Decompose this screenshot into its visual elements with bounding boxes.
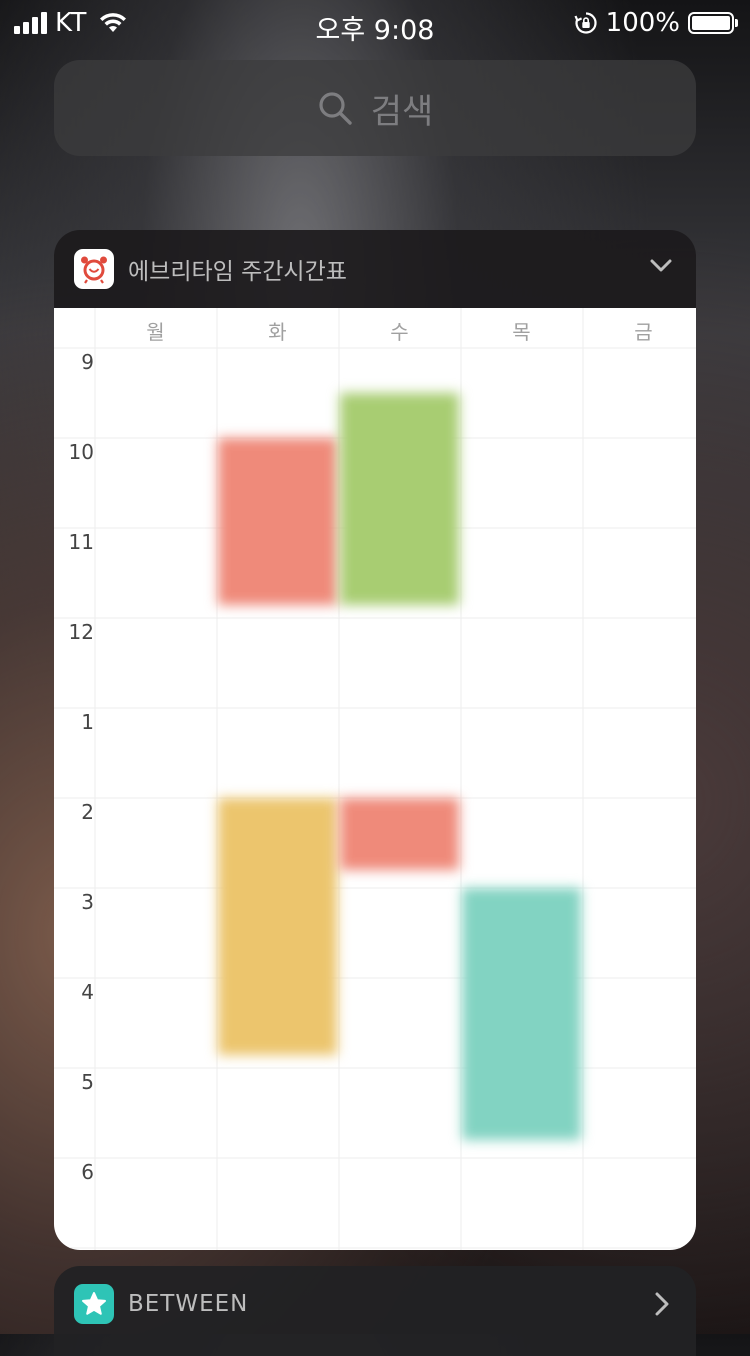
between-title: BETWEEN: [128, 1291, 249, 1317]
hour-label: 10: [68, 440, 94, 464]
rotation-lock-icon: [574, 12, 597, 34]
between-widget[interactable]: BETWEEN: [54, 1266, 696, 1356]
class-block[interactable]: [218, 798, 337, 1055]
widget-title: 에브리타임 주간시간표: [128, 259, 347, 285]
timetable-grid[interactable]: 월화수목금 9 10 11 12 1 2 3 4 5 6: [54, 308, 696, 1250]
hour-label: 1: [81, 710, 94, 734]
alarm-clock-icon: [74, 249, 114, 289]
battery-percent: 100%: [605, 8, 680, 38]
status-bar: KT 오후 9:08 100%: [0, 0, 750, 48]
chevron-right-icon[interactable]: [654, 1292, 670, 1316]
class-block[interactable]: [462, 888, 581, 1140]
hour-label: 12: [68, 620, 94, 644]
hour-label: 9: [81, 350, 94, 374]
search-placeholder: 검색: [370, 91, 434, 132]
class-block[interactable]: [218, 438, 337, 605]
hour-label: 5: [81, 1070, 94, 1094]
hour-label: 4: [81, 980, 94, 1004]
search-bar[interactable]: 검색: [54, 60, 696, 156]
day-header: 수: [390, 320, 409, 344]
star-icon: [74, 1284, 114, 1324]
day-header: 월: [146, 320, 165, 344]
search-icon: [319, 92, 352, 125]
class-block[interactable]: [340, 393, 459, 605]
status-right: 100%: [574, 8, 738, 38]
hour-label: 11: [68, 530, 94, 554]
battery-icon: [688, 12, 738, 34]
day-header: 목: [512, 320, 531, 344]
class-block[interactable]: [340, 798, 459, 870]
hour-label: 6: [81, 1160, 94, 1184]
widget-header[interactable]: 에브리타임 주간시간표: [54, 230, 696, 308]
battery-fill: [692, 16, 730, 30]
chevron-down-icon[interactable]: [650, 258, 672, 274]
timetable-widget: 에브리타임 주간시간표 월화수목금 9 10 11 12 1 2 3 4 5 6: [54, 230, 696, 1250]
day-header: 화: [268, 320, 287, 344]
day-header: 금: [634, 320, 653, 344]
hour-label: 3: [81, 890, 94, 914]
hour-label: 2: [81, 800, 94, 824]
